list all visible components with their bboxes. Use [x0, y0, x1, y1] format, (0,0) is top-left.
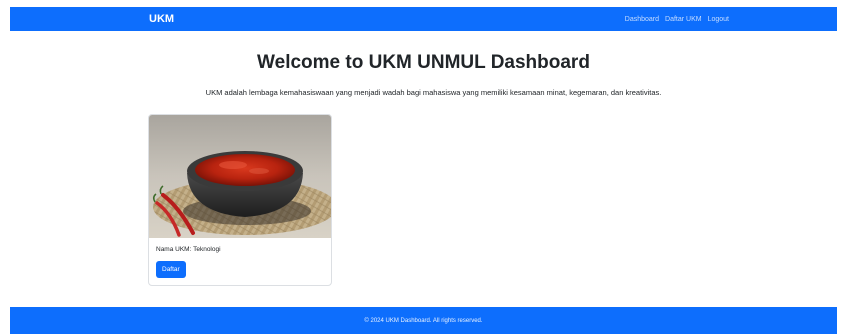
card-body: Nama UKM: Teknologi Daftar — [149, 238, 331, 284]
page: UKM Dashboard Daftar UKM Logout Welcome … — [0, 0, 847, 334]
navbar-brand[interactable]: UKM — [149, 13, 174, 25]
sambal-mortar-image — [149, 115, 331, 238]
footer-copyright: © 2024 UKM Dashboard. All rights reserve… — [364, 317, 483, 324]
navbar: UKM Dashboard Daftar UKM Logout — [10, 7, 837, 31]
nav-link-logout[interactable]: Logout — [708, 16, 729, 23]
nav-link-daftar-ukm[interactable]: Daftar UKM — [665, 16, 702, 23]
page-description: UKM adalah lembaga kemahasiswaan yang me… — [205, 88, 662, 97]
daftar-button[interactable]: Daftar — [156, 261, 186, 278]
ukm-card: Nama UKM: Teknologi Daftar — [148, 114, 332, 286]
page-title: Welcome to UKM UNMUL Dashboard — [257, 52, 590, 73]
footer: © 2024 UKM Dashboard. All rights reserve… — [10, 307, 837, 334]
nav-link-dashboard[interactable]: Dashboard — [625, 16, 659, 23]
ukm-name: Nama UKM: Teknologi — [156, 246, 221, 253]
nav-links: Dashboard Daftar UKM Logout — [625, 16, 729, 23]
